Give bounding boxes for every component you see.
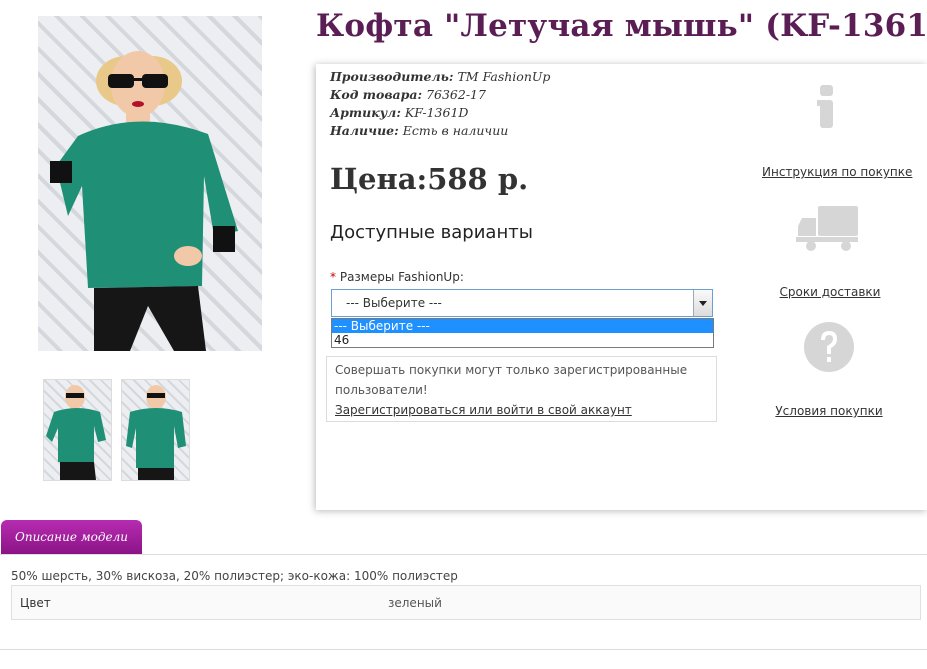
instructions-link[interactable]: Инструкция по покупке: [762, 165, 912, 179]
login-notice: Совершать покупки могут только зарегистр…: [326, 356, 717, 422]
delivery-link[interactable]: Сроки доставки: [770, 285, 890, 299]
size-dropdown-list: --- Выберите --- 46: [331, 318, 714, 348]
question-icon[interactable]: [790, 321, 864, 377]
size-select-value: --- Выберите ---: [346, 296, 442, 310]
info-icon[interactable]: [790, 84, 864, 140]
product-title: Кофта "Летучая мышь" (KF-1361D): [316, 8, 927, 44]
required-mark: *: [330, 270, 336, 284]
product-code-label: Код товара:: [330, 87, 423, 102]
availability-row: Наличие: Есть в наличии: [330, 122, 508, 140]
attribute-value: зеленый: [388, 596, 442, 610]
availability-label: Наличие:: [330, 123, 399, 138]
size-label-text: Размеры FashionUp:: [339, 270, 464, 284]
attributes-table: Цвет зеленый: [11, 585, 921, 620]
manufacturer-label: Производитель:: [330, 69, 454, 84]
product-price: Цена:588 р.: [330, 162, 529, 196]
article-label: Артикул:: [330, 105, 401, 120]
manufacturer-row: Производитель: TM FashionUp: [330, 68, 550, 86]
product-code-value: 76362-17: [426, 87, 486, 102]
size-label: * Размеры FashionUp:: [330, 270, 464, 284]
manufacturer-value: TM FashionUp: [457, 69, 551, 84]
truck-icon[interactable]: [790, 204, 864, 260]
variants-heading: Доступные варианты: [330, 222, 533, 243]
size-option[interactable]: 46: [332, 333, 713, 347]
conditions-link[interactable]: Условия покупки: [770, 404, 888, 418]
tab-description[interactable]: Описание модели: [1, 520, 142, 554]
chevron-down-icon[interactable]: [693, 290, 712, 316]
composition-text: 50% шерсть, 30% вискоза, 20% полиэстер; …: [11, 569, 458, 583]
article-value: KF-1361D: [404, 105, 469, 120]
availability-value: Есть в наличии: [402, 123, 509, 138]
size-option[interactable]: --- Выберите ---: [332, 319, 713, 333]
product-main-image[interactable]: [38, 16, 262, 351]
login-link[interactable]: Зарегистрироваться или войти в свой акка…: [335, 403, 632, 417]
attribute-name: Цвет: [20, 596, 51, 610]
login-notice-text: Совершать покупки могут только зарегистр…: [335, 363, 688, 397]
product-thumbnail[interactable]: [121, 379, 190, 481]
article-row: Артикул: KF-1361D: [330, 104, 468, 122]
product-code-row: Код товара: 76362-17: [330, 86, 486, 104]
product-thumbnail[interactable]: [43, 379, 112, 481]
size-select[interactable]: --- Выберите ---: [331, 289, 713, 317]
